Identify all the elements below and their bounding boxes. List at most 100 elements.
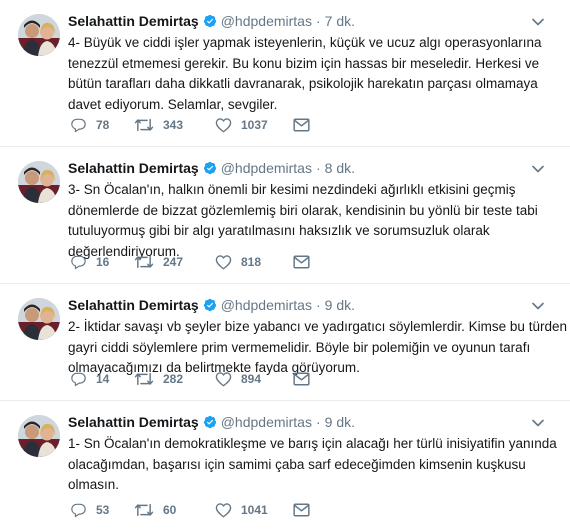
message-button[interactable] xyxy=(293,118,310,132)
verified-badge-icon xyxy=(203,415,217,429)
envelope-icon xyxy=(293,372,310,386)
chevron-down-icon[interactable] xyxy=(530,14,546,30)
tweet-text-line: 4- Büyük ve ciddi işler yapmak isteyenle… xyxy=(68,35,542,50)
retweet-count: 282 xyxy=(163,372,184,386)
reply-count: 14 xyxy=(96,372,110,386)
envelope-icon xyxy=(293,255,310,269)
like-count: 1041 xyxy=(241,503,268,517)
tweet[interactable]: Selahattin Demirtaş @hdpdemirtas · 8 dk.… xyxy=(0,147,570,284)
tweet-timestamp[interactable]: 9 dk. xyxy=(325,297,355,313)
verified-badge-icon xyxy=(203,14,217,28)
tweet-text: 1- Sn Öcalan'ın demokratikleşme ve barış… xyxy=(68,434,557,496)
tweet-text-line: 1- Sn Öcalan'ın demokratikleşme ve barış… xyxy=(68,436,557,451)
verified-badge-icon xyxy=(203,298,217,312)
header-separator: · xyxy=(315,414,321,430)
reply-icon xyxy=(70,254,87,270)
tweet-feed: Selahattin Demirtaş @hdpdemirtas · 7 dk.… xyxy=(0,0,570,531)
tweet-text-line: davet ediyorum. Selamlar, sevgiler. xyxy=(68,96,278,112)
retweet-icon xyxy=(134,371,154,387)
reply-button[interactable]: 14 xyxy=(70,371,134,387)
retweet-icon xyxy=(134,117,154,133)
like-button[interactable]: 1041 xyxy=(215,502,293,518)
retweet-icon xyxy=(134,254,154,270)
heart-icon xyxy=(215,117,232,133)
tweet-header: Selahattin Demirtaş @hdpdemirtas · 9 dk. xyxy=(68,413,556,431)
tweet-text: 4- Büyük ve ciddi işler yapmak isteyenle… xyxy=(68,33,542,115)
chevron-down-icon[interactable] xyxy=(530,415,546,431)
like-count: 818 xyxy=(241,255,262,269)
header-separator: · xyxy=(315,160,321,176)
tweet-timestamp[interactable]: 8 dk. xyxy=(325,160,355,176)
tweet-text-line: olacağımdan, başarısı için samimi çaba s… xyxy=(68,456,526,472)
tweet[interactable]: Selahattin Demirtaş @hdpdemirtas · 9 dk.… xyxy=(0,284,570,401)
reply-icon xyxy=(70,117,87,133)
author-handle[interactable]: @hdpdemirtas xyxy=(221,13,312,29)
tweet-text-line: olmasın. xyxy=(68,477,120,492)
tweet-actions: 78 343 1037 xyxy=(70,116,310,134)
retweet-button[interactable]: 343 xyxy=(134,117,215,133)
avatar[interactable] xyxy=(18,298,60,340)
retweet-button[interactable]: 60 xyxy=(134,502,215,518)
retweet-icon xyxy=(134,502,154,518)
chevron-down-icon[interactable] xyxy=(530,298,546,314)
author-handle[interactable]: @hdpdemirtas xyxy=(221,414,312,430)
tweet-text-line: 3- Sn Öcalan'ın, halkın önemli bir kesim… xyxy=(68,182,516,197)
message-button[interactable] xyxy=(293,503,310,517)
author-handle[interactable]: @hdpdemirtas xyxy=(221,297,312,313)
like-count: 894 xyxy=(241,372,262,386)
tweet-text-line: 2- İktidar savaşı vb şeyler bize yabancı… xyxy=(68,319,567,334)
heart-icon xyxy=(215,371,232,387)
reply-count: 78 xyxy=(96,118,110,132)
retweet-button[interactable]: 282 xyxy=(134,371,215,387)
tweet[interactable]: Selahattin Demirtaş @hdpdemirtas · 9 dk.… xyxy=(0,401,570,531)
retweet-count: 60 xyxy=(163,503,177,517)
heart-icon xyxy=(215,502,232,518)
tweet-text-line: gayri ciddi söylemlere prim vermemelidir… xyxy=(68,339,531,355)
tweet-text-line: bütün tarafları daha dikkatli davranarak… xyxy=(68,76,538,91)
tweet-text-line: dönemlerde de bizzat gözlemlemiş biri ol… xyxy=(68,202,538,218)
tweet-text-line: tutuluyormuş gibi bir algı yaratılmasını… xyxy=(68,223,490,238)
retweet-button[interactable]: 247 xyxy=(134,254,215,270)
like-count: 1037 xyxy=(241,118,268,132)
tweet-actions: 16 247 818 xyxy=(70,253,310,271)
reply-button[interactable]: 16 xyxy=(70,254,134,270)
envelope-icon xyxy=(293,503,310,517)
message-button[interactable] xyxy=(293,372,310,386)
heart-icon xyxy=(215,254,232,270)
tweet[interactable]: Selahattin Demirtaş @hdpdemirtas · 7 dk.… xyxy=(0,0,570,147)
header-separator: · xyxy=(315,297,321,313)
tweet-actions: 14 282 894 xyxy=(70,370,310,388)
author-name[interactable]: Selahattin Demirtaş xyxy=(68,160,199,176)
verified-badge-icon xyxy=(203,161,217,175)
tweet-text-line: tenezzül etmemesi gerekir. Bu konu bizim… xyxy=(68,55,540,71)
avatar[interactable] xyxy=(18,415,60,457)
tweet-header: Selahattin Demirtaş @hdpdemirtas · 8 dk. xyxy=(68,159,556,177)
author-name[interactable]: Selahattin Demirtaş xyxy=(68,414,199,430)
tweet-timestamp[interactable]: 9 dk. xyxy=(325,414,355,430)
message-button[interactable] xyxy=(293,255,310,269)
tweet-timestamp[interactable]: 7 dk. xyxy=(325,13,355,29)
retweet-count: 343 xyxy=(163,118,184,132)
reply-button[interactable]: 53 xyxy=(70,502,134,518)
avatar[interactable] xyxy=(18,14,60,56)
like-button[interactable]: 818 xyxy=(215,254,293,270)
author-name[interactable]: Selahattin Demirtaş xyxy=(68,297,199,313)
like-button[interactable]: 1037 xyxy=(215,117,293,133)
chevron-down-icon[interactable] xyxy=(530,161,546,177)
author-handle[interactable]: @hdpdemirtas xyxy=(221,160,312,176)
reply-button[interactable]: 78 xyxy=(70,117,134,133)
tweet-header: Selahattin Demirtaş @hdpdemirtas · 7 dk. xyxy=(68,12,556,30)
author-name[interactable]: Selahattin Demirtaş xyxy=(68,13,199,29)
envelope-icon xyxy=(293,118,310,132)
tweet-text: 3- Sn Öcalan'ın, halkın önemli bir kesim… xyxy=(68,180,538,262)
retweet-count: 247 xyxy=(163,255,184,269)
reply-count: 16 xyxy=(96,255,110,269)
reply-icon xyxy=(70,502,87,518)
tweet-header: Selahattin Demirtaş @hdpdemirtas · 9 dk. xyxy=(68,296,556,314)
tweet-actions: 53 60 1041 xyxy=(70,501,310,519)
reply-icon xyxy=(70,371,87,387)
avatar[interactable] xyxy=(18,161,60,203)
header-separator: · xyxy=(315,13,321,29)
like-button[interactable]: 894 xyxy=(215,371,293,387)
reply-count: 53 xyxy=(96,503,110,517)
